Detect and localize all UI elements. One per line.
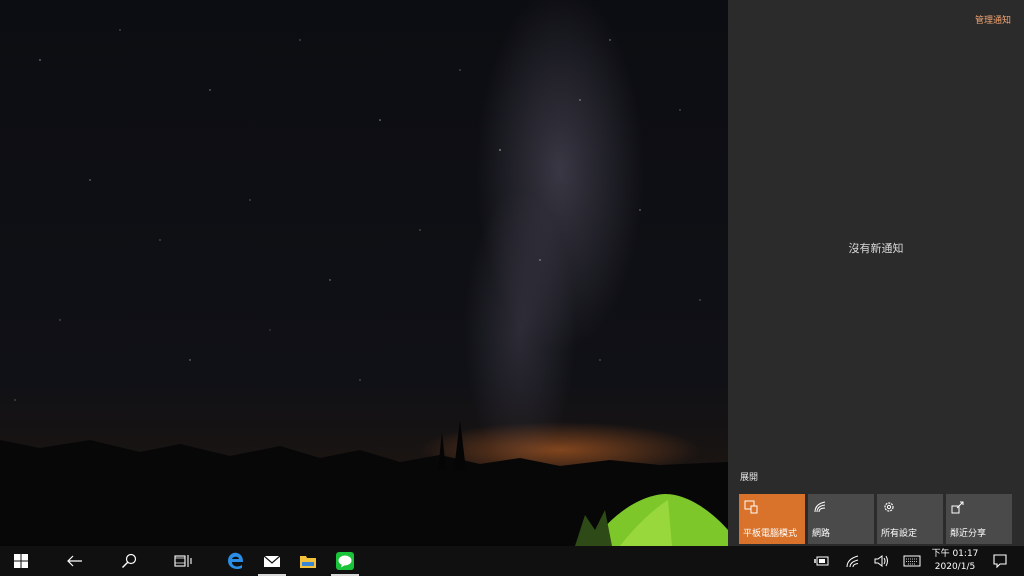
action-center-button[interactable] [986, 546, 1014, 576]
wallpaper-scene [0, 29, 728, 546]
back-arrow-icon [67, 555, 82, 567]
quick-actions: 平板電腦模式 網路 所有設定 鄰近分享 [739, 494, 1012, 544]
desktop-wallpaper [0, 0, 728, 546]
tile-label: 鄰近分享 [950, 529, 987, 539]
mail-envelope-icon [263, 555, 281, 567]
notification-icon [993, 554, 1007, 568]
mail-taskbar-button[interactable] [254, 546, 290, 576]
line-chat-icon [336, 552, 354, 570]
system-clock[interactable]: 下午 01:17 2020/1/5 [926, 548, 984, 574]
settings-gear-icon [884, 502, 894, 512]
volume-icon[interactable] [874, 554, 890, 568]
network-tile[interactable]: 網路 [808, 494, 874, 544]
no-notifications-message: 沒有新通知 [848, 242, 904, 255]
tile-label: 平板電腦模式 [743, 529, 798, 539]
tile-label: 所有設定 [881, 529, 918, 539]
back-button[interactable] [54, 546, 96, 576]
task-view-icon [174, 555, 192, 567]
tile-label: 網路 [812, 529, 831, 539]
taskbar: 下午 01:17 2020/1/5 [0, 546, 1024, 576]
expand-quick-actions-link[interactable]: 展開 [740, 470, 758, 483]
start-button[interactable] [0, 546, 42, 576]
nearby-share-tile[interactable]: 鄰近分享 [946, 494, 1012, 544]
nearby-share-icon [951, 501, 964, 514]
tablet-mode-icon [744, 500, 758, 514]
task-view-button[interactable] [162, 546, 204, 576]
search-button[interactable] [108, 546, 150, 576]
line-taskbar-button[interactable] [327, 546, 363, 576]
clock-time: 下午 01:17 [931, 549, 979, 559]
folder-icon [300, 556, 316, 568]
edge-browser-icon [228, 552, 243, 570]
file-explorer-taskbar-button[interactable] [290, 546, 326, 576]
touch-keyboard-icon[interactable] [903, 554, 921, 568]
clock-date: 2020/1/5 [934, 562, 976, 572]
search-icon [122, 553, 137, 568]
network-icon [814, 501, 826, 513]
windows-logo-icon [14, 554, 28, 568]
edge-taskbar-button[interactable] [218, 546, 254, 576]
network-tray-icon[interactable] [845, 554, 861, 568]
action-center: 管理通知 沒有新通知 展開 平板電腦模式 網路 所有設定 鄰近分享 [728, 0, 1024, 546]
all-settings-tile[interactable]: 所有設定 [877, 494, 943, 544]
tablet-mode-tile[interactable]: 平板電腦模式 [739, 494, 805, 544]
manage-notifications-link[interactable]: 管理通知 [975, 13, 1011, 26]
tablet-battery-icon[interactable] [814, 554, 830, 568]
